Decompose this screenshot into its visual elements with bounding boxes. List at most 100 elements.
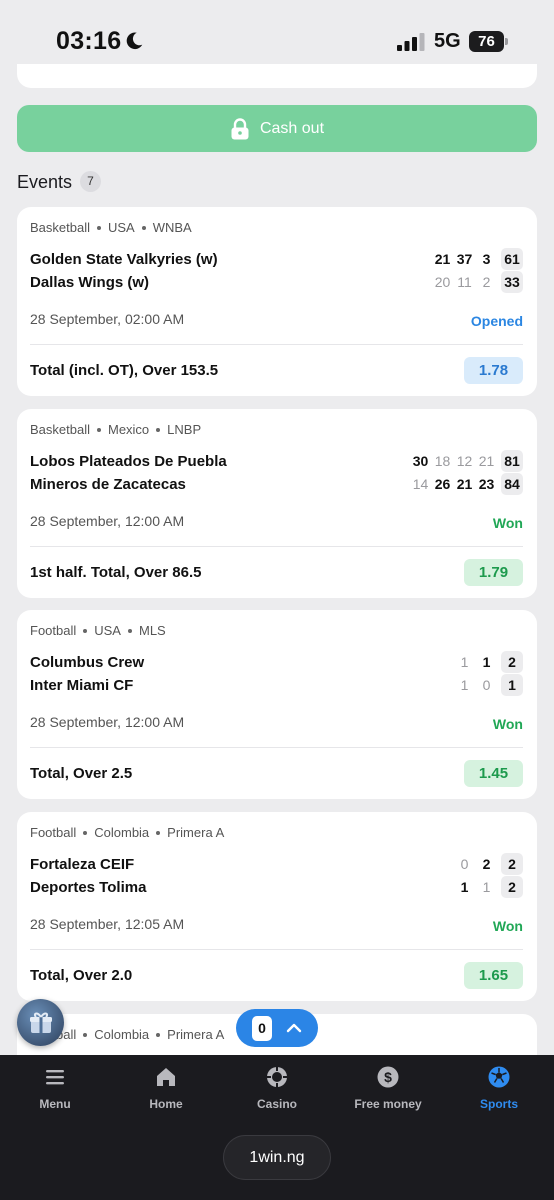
browser-url-pill[interactable]: 1win.ng xyxy=(223,1135,331,1180)
event-league: Primera A xyxy=(167,1027,225,1042)
event-league: LNBP xyxy=(167,422,202,437)
period-score: 20 xyxy=(434,274,451,290)
scores-away: 1 0 1 xyxy=(452,674,523,696)
period-score: 21 xyxy=(434,251,451,267)
nav-label: Menu xyxy=(39,1097,71,1111)
scores-home: 1 1 2 xyxy=(452,651,523,673)
event-country: Colombia xyxy=(94,1027,150,1042)
total-score: 2 xyxy=(501,853,523,875)
nav-label: Free money xyxy=(354,1097,422,1111)
event-meta: Football Colombia Primera A xyxy=(30,825,224,840)
period-score: 23 xyxy=(478,476,495,492)
event-league: MLS xyxy=(138,623,166,638)
bet-status: Won xyxy=(492,716,523,732)
event-sport: Basketball xyxy=(30,220,90,235)
moon-icon xyxy=(126,32,143,50)
divider xyxy=(30,546,523,547)
battery-level: 76 xyxy=(478,33,495,50)
nav-item-free-money[interactable]: $ Free money xyxy=(333,1065,443,1111)
total-score: 81 xyxy=(501,450,523,472)
event-card[interactable]: Basketball USA WNBA Golden State Valkyri… xyxy=(17,207,537,396)
event-country: USA xyxy=(94,623,121,638)
event-country: Mexico xyxy=(107,422,150,437)
period-score: 21 xyxy=(478,453,495,469)
screen: 03:16 5G 76 Cash out Events 7 Basketball… xyxy=(0,0,554,1200)
total-score: 61 xyxy=(501,248,523,270)
total-score: 2 xyxy=(501,876,523,898)
cash-out-button[interactable]: Cash out xyxy=(17,105,537,152)
nav-item-menu[interactable]: Menu xyxy=(0,1065,110,1111)
scores-away: 20 11 2 33 xyxy=(430,271,523,293)
bet-slip-button[interactable]: 0 xyxy=(236,1009,318,1047)
cash-out-label: Cash out xyxy=(259,119,325,137)
period-score: 0 xyxy=(482,677,491,693)
cellular-signal-icon xyxy=(397,33,425,51)
home-icon xyxy=(157,1068,175,1086)
period-score: 30 xyxy=(412,453,429,469)
team-away: Mineros de Zacatecas xyxy=(30,476,186,493)
event-date: 28 September, 12:00 AM xyxy=(30,714,185,730)
event-sport: Basketball xyxy=(30,422,90,437)
chevron-up-icon xyxy=(286,1023,302,1033)
event-meta: Basketball Mexico LNBP xyxy=(30,422,201,437)
nav-label: Sports xyxy=(479,1097,518,1111)
event-league: WNBA xyxy=(152,220,192,235)
events-count-badge: 7 xyxy=(80,171,101,192)
nav-item-sports[interactable]: Sports xyxy=(444,1065,554,1111)
divider xyxy=(30,344,523,345)
nav-item-casino[interactable]: Casino xyxy=(222,1065,332,1111)
event-date: 28 September, 12:00 AM xyxy=(30,513,185,529)
team-away: Deportes Tolima xyxy=(30,879,147,896)
event-date: 28 September, 02:00 AM xyxy=(30,311,185,327)
period-score: 1 xyxy=(482,879,491,895)
period-score: 1 xyxy=(460,879,469,895)
soccer-ball-icon xyxy=(488,1066,510,1088)
previous-card-partial xyxy=(17,64,537,88)
lock-icon xyxy=(231,117,249,139)
total-score: 2 xyxy=(501,651,523,673)
odds-badge: 1.65 xyxy=(464,962,523,989)
team-away: Dallas Wings (w) xyxy=(30,274,150,291)
event-card[interactable]: Basketball Mexico LNBP Lobos Plateados D… xyxy=(17,409,537,598)
event-sport: Football xyxy=(30,825,77,840)
total-score: 33 xyxy=(501,271,523,293)
team-home: Fortaleza CEIF xyxy=(30,856,135,873)
events-title: Events xyxy=(17,172,73,192)
casino-chip-icon xyxy=(267,1067,287,1087)
period-score: 1 xyxy=(482,654,491,670)
odds-badge: 1.78 xyxy=(464,357,523,384)
period-score: 2 xyxy=(482,856,491,872)
event-league: Primera A xyxy=(167,825,225,840)
event-date: 28 September, 12:05 AM xyxy=(30,916,185,932)
nav-item-home[interactable]: Home xyxy=(111,1065,221,1111)
event-card[interactable]: Football USA MLS Columbus Crew Inter Mia… xyxy=(17,610,537,799)
period-score: 0 xyxy=(460,856,469,872)
gift-button[interactable] xyxy=(17,999,64,1046)
battery-icon: 76 xyxy=(469,31,509,52)
bet-market: Total (incl. OT), Over 153.5 xyxy=(30,362,219,379)
divider xyxy=(30,747,523,748)
period-score: 21 xyxy=(456,476,473,492)
event-meta: Football USA MLS xyxy=(30,623,166,638)
total-score: 1 xyxy=(501,674,523,696)
bet-market: Total, Over 2.0 xyxy=(30,967,133,984)
event-country: USA xyxy=(107,220,135,235)
total-score: 84 xyxy=(501,473,523,495)
bet-status: Opened xyxy=(470,313,523,329)
bet-slip-count: 0 xyxy=(252,1015,272,1041)
odds-badge: 1.79 xyxy=(464,559,523,586)
scores-home: 0 2 2 xyxy=(452,853,523,875)
event-card[interactable]: Football Colombia Primera A Fortaleza CE… xyxy=(17,812,537,1001)
nav-label: Home xyxy=(149,1097,183,1111)
dollar-coin-icon: $ xyxy=(377,1066,399,1088)
team-home: Lobos Plateados De Puebla xyxy=(30,453,227,470)
bet-status: Won xyxy=(492,515,523,531)
period-score: 11 xyxy=(457,274,472,290)
team-away: Inter Miami CF xyxy=(30,677,134,694)
event-country: Colombia xyxy=(94,825,150,840)
svg-text:$: $ xyxy=(384,1069,392,1085)
period-score: 12 xyxy=(456,453,473,469)
nav-label: Casino xyxy=(256,1097,297,1111)
divider xyxy=(30,949,523,950)
period-score: 18 xyxy=(434,453,451,469)
